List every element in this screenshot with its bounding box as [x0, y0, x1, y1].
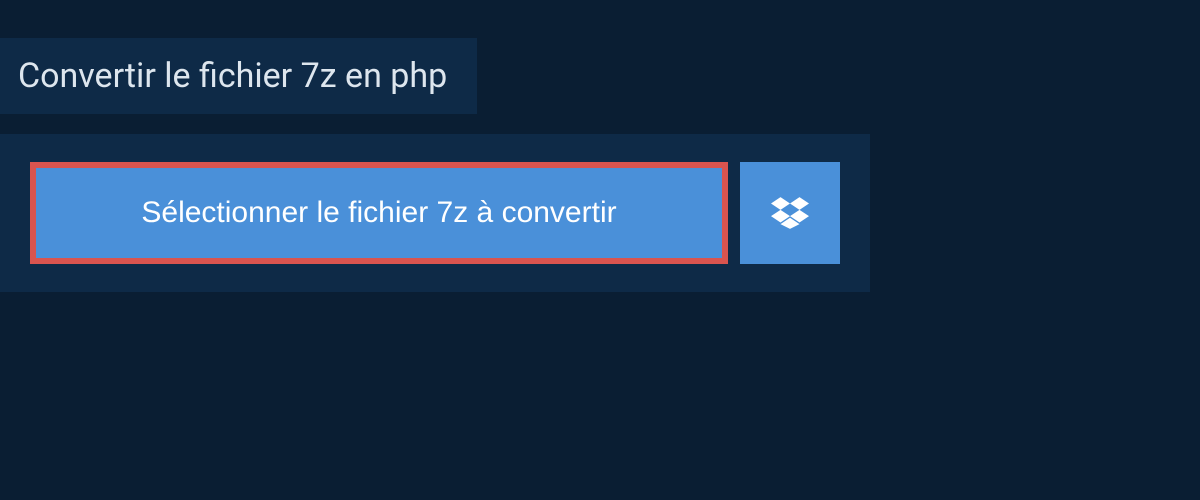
page-title: Convertir le fichier 7z en php — [18, 56, 447, 96]
dropbox-icon — [771, 194, 809, 232]
select-file-button[interactable]: Sélectionner le fichier 7z à convertir — [30, 162, 728, 264]
upload-panel: Sélectionner le fichier 7z à convertir — [0, 134, 870, 292]
main-container: Convertir le fichier 7z en php Sélection… — [0, 0, 1200, 292]
select-file-label: Sélectionner le fichier 7z à convertir — [141, 196, 616, 230]
header-bar: Convertir le fichier 7z en php — [0, 38, 477, 114]
dropbox-button[interactable] — [740, 162, 840, 264]
